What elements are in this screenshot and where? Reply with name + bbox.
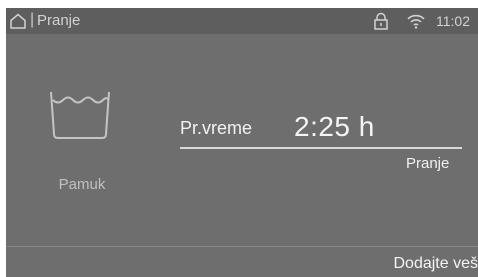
time-label: Pr.vreme — [180, 118, 253, 138]
program-selector[interactable]: Pamuk — [20, 90, 144, 200]
screenshot-frame: | Pranje 11:02 Pamuk Pr.vreme 2:25 h Pra… — [0, 0, 478, 277]
basin-icon — [50, 91, 110, 139]
clock: 11:02 — [436, 13, 470, 29]
time-underline — [180, 147, 462, 149]
wifi-icon[interactable] — [406, 13, 426, 29]
program-status: Pranje — [406, 155, 450, 172]
program-name: Pamuk — [58, 176, 106, 193]
home-icon[interactable] — [9, 12, 27, 30]
time-value: 2:25 h — [294, 111, 375, 142]
remaining-time-row: Pr.vreme 2:25 h — [180, 108, 462, 146]
breadcrumb-separator: | — [30, 11, 35, 28]
appliance-display: | Pranje 11:02 Pamuk Pr.vreme 2:25 h Pra… — [6, 8, 478, 277]
footer-divider — [6, 246, 478, 247]
breadcrumb-title: Pranje — [37, 12, 81, 29]
lock-icon[interactable] — [373, 12, 389, 30]
status-bar: | Pranje 11:02 — [6, 8, 478, 34]
add-laundry-button[interactable]: Dodajte veš — [394, 255, 478, 273]
